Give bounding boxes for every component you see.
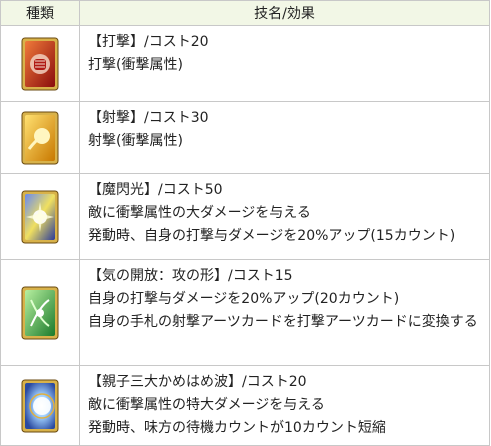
header-skill-effect: 技名/効果 [79,0,490,26]
skill-name: 【打撃】/コスト20 [88,34,209,50]
description-cell: 【打撃】/コスト20 打撃(衝撃属性) [79,25,490,102]
description-cell: 【気の開放：攻の形】/コスト15 自身の打撃与ダメージを20%アップ(20カウン… [79,259,490,366]
skill-effect: 敵に衝撃属性の大ダメージを与える [88,205,311,221]
skill-name: 【魔閃光】/コスト50 [88,182,223,198]
skill-name: 【親子三大かめはめ波】/コスト20 [88,374,307,390]
skill-effect: 自身の手札の射撃アーツカードを打撃アーツカードに変換する [88,314,478,330]
strike-card-icon [21,37,59,91]
type-cell [0,25,80,102]
table-row: 【魔閃光】/コスト50 敵に衝撃属性の大ダメージを与える 発動時、自身の打撃与ダ… [0,173,490,260]
skill-effect: 敵に衝撃属性の特大ダメージを与える [88,397,325,413]
type-cell [0,173,80,260]
ki-release-card-icon [21,286,59,340]
table-row: 【射撃】/コスト30 射撃(衝撃属性) [0,101,490,174]
table-row: 【気の開放：攻の形】/コスト15 自身の打撃与ダメージを20%アップ(20カウン… [0,259,490,366]
table-header-row: 種類 技名/効果 [0,0,490,26]
skills-table: 種類 技名/効果 【打撃】/コスト20 打撃(衝撃属性) 【射撃】/コスト30 … [0,0,490,446]
shoot-card-icon [21,111,59,165]
magic-flash-card-icon [21,190,59,244]
table-row: 【親子三大かめはめ波】/コスト20 敵に衝撃属性の特大ダメージを与える 発動時、… [0,365,490,446]
skill-effect: 射撃(衝撃属性) [88,133,183,149]
skill-effect: 打撃(衝撃属性) [88,57,183,73]
type-cell [0,259,80,366]
type-cell [0,365,80,446]
header-type: 種類 [0,0,80,26]
kamehameha-card-icon [21,379,59,433]
description-cell: 【親子三大かめはめ波】/コスト20 敵に衝撃属性の特大ダメージを与える 発動時、… [79,365,490,446]
description-cell: 【魔閃光】/コスト50 敵に衝撃属性の大ダメージを与える 発動時、自身の打撃与ダ… [79,173,490,260]
table-row: 【打撃】/コスト20 打撃(衝撃属性) [0,25,490,102]
skill-effect: 発動時、味方の待機カウントが10カウント短縮 [88,420,386,436]
skill-effect: 発動時、自身の打撃与ダメージを20%アップ(15カウント) [88,228,456,244]
description-cell: 【射撃】/コスト30 射撃(衝撃属性) [79,101,490,174]
skill-effect: 自身の打撃与ダメージを20%アップ(20カウント) [88,291,400,307]
type-cell [0,101,80,174]
skill-name: 【気の開放：攻の形】/コスト15 [88,268,293,284]
skill-name: 【射撃】/コスト30 [88,110,209,126]
